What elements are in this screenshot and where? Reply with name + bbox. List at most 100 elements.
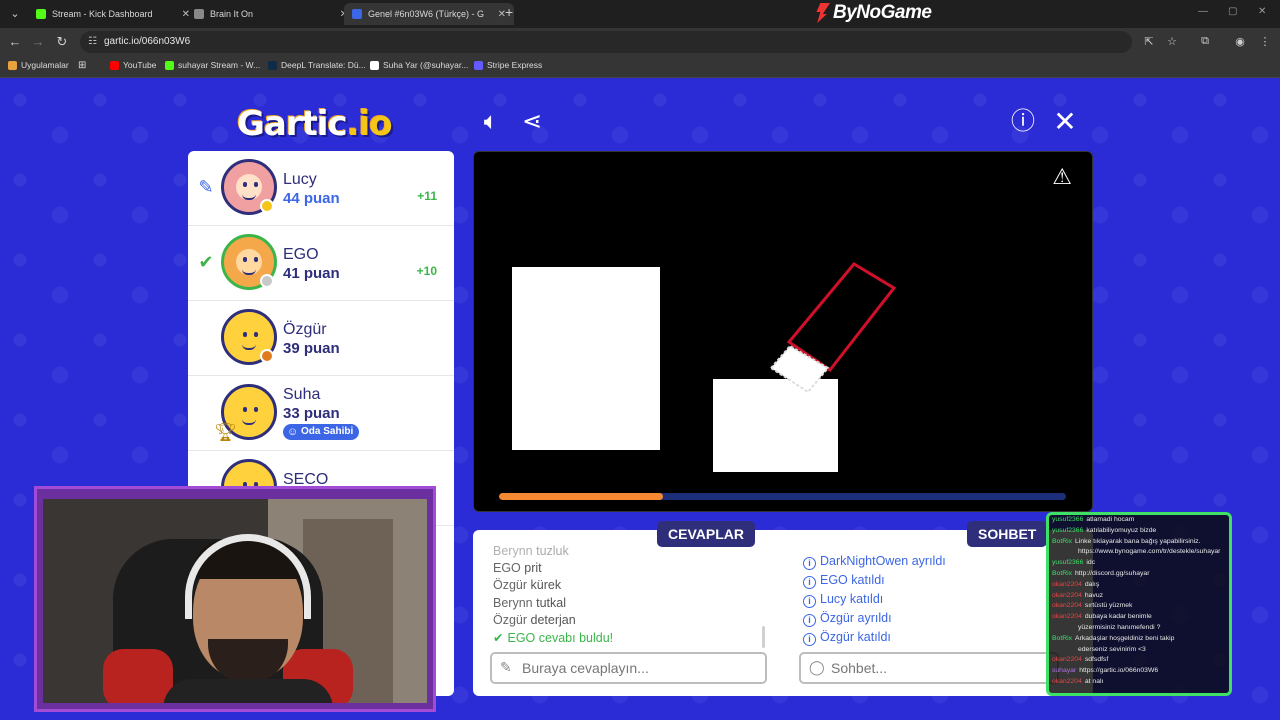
- stream-chat-message: Linke tıklayarak bana bağış yapabilirsin…: [1075, 537, 1201, 545]
- stream-chat-line: yusuf2366 katılabiliyomuyuz bizde: [1052, 526, 1226, 537]
- reload-icon[interactable]: ↻: [54, 34, 70, 50]
- stream-chat-message: katılabiliyomuyuz bizde: [1086, 526, 1157, 534]
- drawing-canvas[interactable]: ⚠: [473, 151, 1093, 512]
- stream-chat-user: suhayar: [1052, 667, 1077, 675]
- stream-chat-message: dubaya kadar benimle: [1084, 613, 1152, 621]
- answers-scrollbar[interactable]: [762, 626, 765, 648]
- stream-chat-user: okan2204: [1052, 602, 1082, 610]
- bynogame-mark-icon: [816, 3, 830, 23]
- report-warning-icon[interactable]: ⚠: [1052, 164, 1072, 190]
- bookmark-label: YouTube: [123, 60, 157, 70]
- stream-chat-line: BotRix http://discord.gg/suhayar: [1052, 569, 1226, 580]
- stream-chat-user: okan2204: [1052, 656, 1082, 664]
- browser-tab-bar: ⌄ Stream - Kick Dashboard ✕ Brain It On …: [0, 0, 1280, 28]
- tiktok-icon: [370, 60, 379, 70]
- tab-brain-it-on[interactable]: Brain It On ✕: [186, 3, 356, 25]
- info-icon: i: [803, 595, 816, 608]
- bynogame-text: ByNoGame: [833, 2, 932, 23]
- bookmark-label: suhayar Stream - W...: [178, 60, 261, 70]
- list-item: Berynn tuzluk: [493, 544, 569, 558]
- list-item: Özgür deterjan: [493, 612, 576, 627]
- forward-icon[interactable]: →: [30, 34, 46, 49]
- tab-title: Genel #6n03W6 (Türkçe) - G: [368, 9, 485, 19]
- exit-icon[interactable]: ✕: [1050, 107, 1080, 137]
- maximize-icon[interactable]: ▢: [1228, 6, 1237, 17]
- bookmark-apps[interactable]: Uygulamalar: [8, 60, 69, 70]
- bookmark-tiktok[interactable]: Suha Yar (@suhayar...: [370, 60, 468, 70]
- stream-chat-user: yusuf2366: [1052, 559, 1084, 567]
- cast-icon[interactable]: ⇱: [1142, 35, 1156, 48]
- player-row-ozgur[interactable]: Özgür 39 puan: [188, 301, 454, 376]
- drawn-white-block-right: [713, 379, 838, 472]
- stream-chat-line: okan2204 dubaya kadar benimle: [1052, 612, 1226, 623]
- site-info-icon[interactable]: ☷: [88, 31, 97, 53]
- stream-chat-user: okan2204: [1052, 677, 1082, 685]
- stream-chat-overlay: yusuf2366 atlamadi hocam yusuf2366 katılabi…: [1046, 512, 1232, 696]
- apps-grid-icon: [8, 60, 17, 70]
- stream-chat-line: okan2204 dalış: [1052, 580, 1226, 591]
- player-row-ego[interactable]: ✔ EGO 41 puan +10: [188, 226, 454, 301]
- stream-chat-line: suhayar https://gartic.io/066n03W6: [1052, 666, 1226, 677]
- answer-input[interactable]: [522, 659, 741, 677]
- chat-input[interactable]: [831, 659, 1036, 677]
- gartic-favicon-icon: [352, 9, 362, 19]
- chat-input-box[interactable]: ◯: [799, 652, 1059, 684]
- tab-gartic-active[interactable]: Genel #6n03W6 (Türkçe) - G ✕: [344, 3, 514, 25]
- url-bar[interactable]: ☷ gartic.io/066n03W6: [80, 31, 1132, 53]
- webcam-video: [43, 499, 427, 703]
- player-status-badge: [260, 349, 274, 363]
- stream-chat-line: okan2204 sdfsdfsf: [1052, 655, 1226, 666]
- player-row-suha[interactable]: 🏆︎ Suha 33 puan Oda Sahibi: [188, 376, 454, 451]
- bookmark-stripe[interactable]: Stripe Express: [474, 60, 542, 70]
- room-owner-badge: Oda Sahibi: [283, 424, 360, 440]
- player-status-badge: [260, 274, 274, 288]
- stream-chat-user: BotRix: [1052, 634, 1073, 642]
- stream-chat-user: yusuf2366: [1052, 526, 1084, 534]
- new-tab-button[interactable]: +: [505, 4, 519, 20]
- page-favicon-icon: [194, 9, 204, 19]
- stream-chat-message: https://gartic.io/066n03W6: [1079, 667, 1159, 675]
- bookmark-star-icon[interactable]: ☆: [1165, 35, 1179, 48]
- bookmark-label: Uygulamalar: [21, 60, 69, 70]
- pencil-icon: ✎: [198, 177, 214, 197]
- list-item: i EGO katıldı: [803, 573, 1043, 592]
- bynogame-logo: ByNoGame: [814, 2, 932, 24]
- stream-chat-line: yusuf2366 idc: [1052, 558, 1226, 569]
- list-item: i Lucy katıldı: [803, 592, 1043, 611]
- url-text: gartic.io/066n03W6: [104, 36, 191, 47]
- info-icon[interactable]: ⓘ: [1008, 107, 1038, 137]
- bookmark-youtube[interactable]: YouTube: [110, 60, 156, 70]
- close-window-icon[interactable]: ✕: [1258, 6, 1266, 17]
- stream-chat-line: okan2204 havuz: [1052, 591, 1226, 602]
- bookmark-deepl[interactable]: DeepL Translate: Dü...: [268, 60, 366, 70]
- menu-kebab-icon[interactable]: ⋮: [1258, 35, 1272, 48]
- player-points: 39 puan: [283, 340, 340, 357]
- info-icon: i: [803, 614, 816, 627]
- stream-chat-user: okan2204: [1052, 613, 1082, 621]
- minimize-icon[interactable]: —: [1198, 6, 1208, 17]
- bookmark-grid[interactable]: ⊞: [78, 60, 86, 71]
- tab-kick-dashboard[interactable]: Stream - Kick Dashboard ✕: [28, 3, 198, 25]
- player-gain: +11: [417, 189, 437, 203]
- back-icon[interactable]: ←: [7, 34, 23, 49]
- player-row-lucy[interactable]: ✎ Lucy 44 puan +11: [188, 151, 454, 226]
- stream-chat-line: okan2204 at nalı: [1052, 677, 1226, 688]
- player-name: EGO: [283, 246, 319, 263]
- youtube-icon: [110, 60, 119, 70]
- stream-chat-user: okan2204: [1052, 591, 1082, 599]
- share-icon[interactable]: ⋖: [517, 107, 547, 137]
- bookmark-suhayar-stream[interactable]: suhayar Stream - W...: [165, 60, 260, 70]
- answer-input-box[interactable]: ✎: [490, 652, 767, 684]
- tab-search-icon[interactable]: ⌄: [6, 5, 24, 23]
- profile-icon[interactable]: ◉: [1233, 35, 1247, 48]
- list-item: Özgür kürek: [493, 578, 562, 593]
- timer-progress-fill: [499, 493, 664, 500]
- stream-chat-user: BotRix: [1052, 569, 1073, 577]
- player-name: Lucy: [283, 171, 317, 188]
- chat-bubble-icon: ◯: [809, 659, 825, 675]
- player-status-badge: [260, 199, 274, 213]
- deepl-icon: [268, 60, 277, 70]
- extensions-icon[interactable]: ⧉: [1198, 35, 1212, 48]
- check-icon: ✔: [493, 630, 504, 645]
- sound-icon[interactable]: 🔈︎: [476, 107, 506, 137]
